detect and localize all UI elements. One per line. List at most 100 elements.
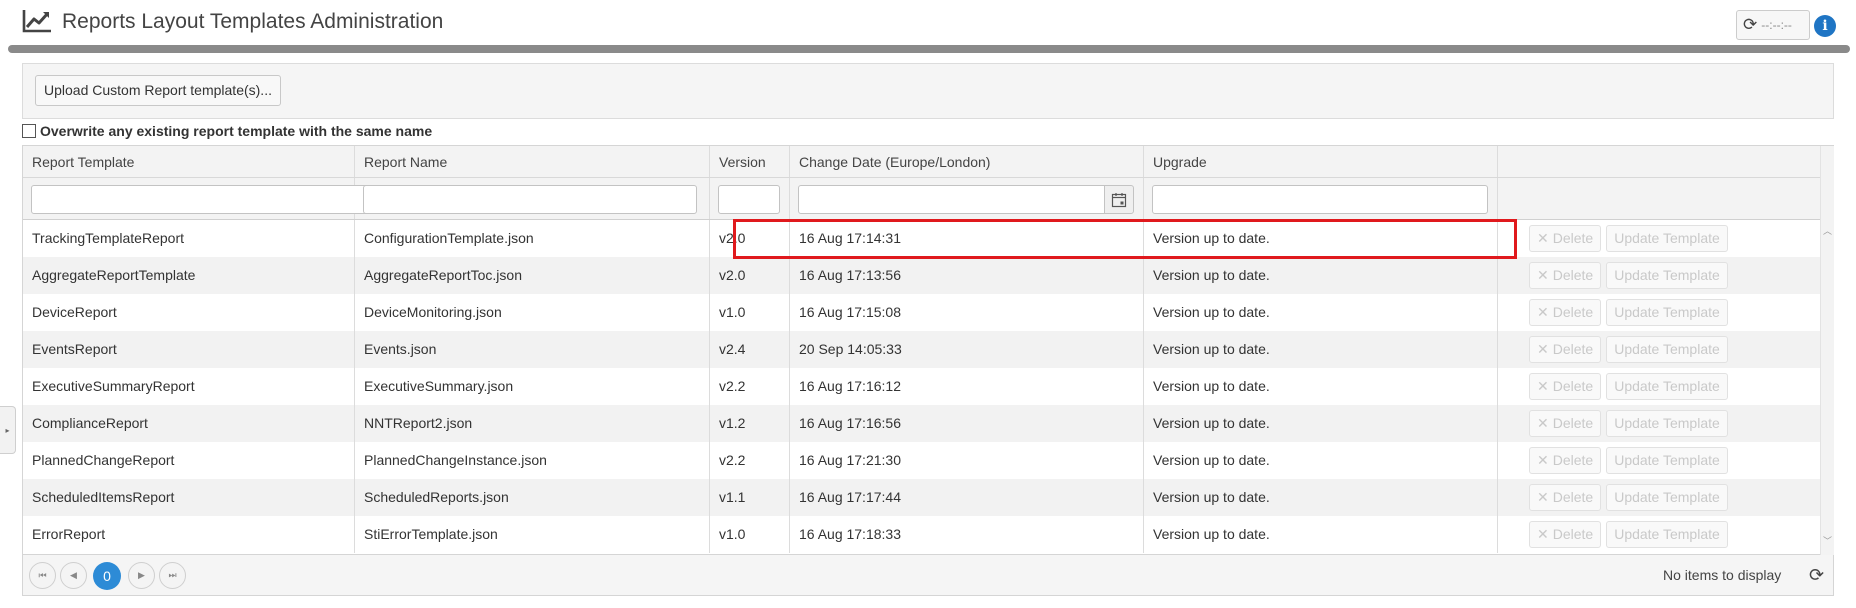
overwrite-option[interactable]: Overwrite any existing report template w…: [22, 122, 432, 140]
delete-button[interactable]: ✕ Delete: [1529, 521, 1602, 548]
cell-name: StiErrorTemplate.json: [355, 516, 710, 553]
column-header-upgrade[interactable]: Upgrade: [1144, 146, 1498, 177]
filter-cell-actions: [1498, 178, 1820, 219]
delete-button[interactable]: ✕ Delete: [1529, 336, 1602, 363]
refresh-button[interactable]: ⟳ --:--:--: [1736, 10, 1810, 40]
cell-name: ConfigurationTemplate.json: [355, 220, 710, 257]
cell-version: v1.2: [710, 405, 790, 442]
page-title: Reports Layout Templates Administration: [62, 10, 444, 33]
delete-label: Delete: [1552, 267, 1594, 283]
cell-date: 16 Aug 17:18:33: [790, 516, 1144, 553]
filter-cell-version: [710, 178, 790, 219]
next-page-icon[interactable]: ▶: [128, 562, 155, 589]
table-row[interactable]: PlannedChangeReport PlannedChangeInstanc…: [23, 442, 1820, 479]
delete-button[interactable]: ✕ Delete: [1529, 447, 1602, 474]
cell-version: v2.0: [710, 220, 790, 257]
update-template-button[interactable]: Update Template: [1606, 336, 1728, 363]
update-template-button[interactable]: Update Template: [1606, 521, 1728, 548]
delete-label: Delete: [1552, 526, 1594, 542]
templates-grid: Report Template Report Name Version Chan…: [22, 145, 1834, 555]
cell-upgrade: Version up to date.: [1144, 442, 1498, 479]
cell-template: EventsReport: [23, 331, 355, 368]
table-row[interactable]: TrackingTemplateReport ConfigurationTemp…: [23, 220, 1820, 257]
update-template-button[interactable]: Update Template: [1606, 262, 1728, 289]
column-header-name[interactable]: Report Name: [355, 146, 710, 177]
update-template-button[interactable]: Update Template: [1606, 447, 1728, 474]
cell-date: 16 Aug 17:21:30: [790, 442, 1144, 479]
row-actions: ✕ Delete Update Template: [1529, 447, 1728, 474]
delete-label: Delete: [1552, 230, 1594, 246]
upload-template-button[interactable]: Upload Custom Report template(s)...: [35, 75, 281, 106]
cell-template: ComplianceReport: [23, 405, 355, 442]
cell-version: v2.2: [710, 442, 790, 479]
vertical-scrollbar[interactable]: ︿ ﹀: [1820, 146, 1834, 555]
filter-version-input[interactable]: [718, 185, 780, 214]
filter-date-input[interactable]: [798, 185, 1105, 214]
row-actions: ✕ Delete Update Template: [1529, 336, 1728, 363]
cell-upgrade: Version up to date.: [1144, 220, 1498, 257]
filter-template-input[interactable]: [31, 185, 369, 214]
calendar-icon[interactable]: [1104, 185, 1134, 214]
scroll-down-icon[interactable]: ﹀: [1823, 534, 1832, 547]
cell-upgrade: Version up to date.: [1144, 516, 1498, 553]
current-page[interactable]: 0: [93, 562, 121, 590]
grid-pager: ⏮ ◀ 0 ▶ ⏭ No items to display ⟳: [22, 555, 1834, 596]
column-header-date[interactable]: Change Date (Europe/London): [790, 146, 1144, 177]
cell-upgrade: Version up to date.: [1144, 257, 1498, 294]
delete-button[interactable]: ✕ Delete: [1529, 484, 1602, 511]
update-template-button[interactable]: Update Template: [1606, 225, 1728, 252]
cell-name: Events.json: [355, 331, 710, 368]
table-row[interactable]: ComplianceReport NNTReport2.json v1.2 16…: [23, 405, 1820, 442]
delete-label: Delete: [1552, 378, 1594, 394]
column-header-template[interactable]: Report Template: [23, 146, 355, 177]
table-row[interactable]: ScheduledItemsReport ScheduledReports.js…: [23, 479, 1820, 516]
cell-template: ErrorReport: [23, 516, 355, 553]
grid-body: TrackingTemplateReport ConfigurationTemp…: [23, 220, 1820, 555]
column-header-version[interactable]: Version: [710, 146, 790, 177]
filter-row: [23, 178, 1820, 220]
cell-date: 16 Aug 17:15:08: [790, 294, 1144, 331]
close-icon: ✕: [1537, 415, 1549, 431]
cell-name: AggregateReportToc.json: [355, 257, 710, 294]
scroll-up-icon[interactable]: ︿: [1823, 224, 1832, 237]
header-divider: [8, 45, 1850, 53]
delete-button[interactable]: ✕ Delete: [1529, 373, 1602, 400]
delete-label: Delete: [1552, 489, 1594, 505]
filter-name-input[interactable]: [363, 185, 697, 214]
update-template-button[interactable]: Update Template: [1606, 410, 1728, 437]
close-icon: ✕: [1537, 452, 1549, 468]
table-row[interactable]: AggregateReportTemplate AggregateReportT…: [23, 257, 1820, 294]
cell-upgrade: Version up to date.: [1144, 368, 1498, 405]
cell-upgrade: Version up to date.: [1144, 294, 1498, 331]
cell-version: v1.0: [710, 516, 790, 553]
table-row[interactable]: ExecutiveSummaryReport ExecutiveSummary.…: [23, 368, 1820, 405]
update-template-button[interactable]: Update Template: [1606, 484, 1728, 511]
filter-cell-name: [355, 178, 710, 219]
delete-button[interactable]: ✕ Delete: [1529, 410, 1602, 437]
close-icon: ✕: [1537, 341, 1549, 357]
close-icon: ✕: [1537, 378, 1549, 394]
first-page-icon[interactable]: ⏮: [29, 562, 56, 589]
filter-cell-template: [23, 178, 369, 219]
previous-page-icon[interactable]: ◀: [60, 562, 87, 589]
overwrite-checkbox[interactable]: [22, 124, 36, 138]
delete-button[interactable]: ✕ Delete: [1529, 225, 1602, 252]
cell-template: PlannedChangeReport: [23, 442, 355, 479]
cell-version: v1.1: [710, 479, 790, 516]
side-panel-toggle[interactable]: ▸: [0, 406, 16, 454]
refresh-icon: ⟳: [1743, 15, 1758, 34]
filter-upgrade-input[interactable]: [1152, 185, 1488, 214]
cell-template: TrackingTemplateReport: [23, 220, 355, 257]
table-row[interactable]: DeviceReport DeviceMonitoring.json v1.0 …: [23, 294, 1820, 331]
update-template-button[interactable]: Update Template: [1606, 373, 1728, 400]
info-icon[interactable]: i: [1814, 15, 1836, 37]
cell-template: ScheduledItemsReport: [23, 479, 355, 516]
delete-label: Delete: [1552, 304, 1594, 320]
table-row[interactable]: EventsReport Events.json v2.4 20 Sep 14:…: [23, 331, 1820, 368]
delete-button[interactable]: ✕ Delete: [1529, 262, 1602, 289]
last-page-icon[interactable]: ⏭: [159, 562, 186, 589]
table-row[interactable]: ErrorReport StiErrorTemplate.json v1.0 1…: [23, 516, 1820, 553]
reload-icon[interactable]: ⟳: [1809, 565, 1824, 586]
update-template-button[interactable]: Update Template: [1606, 299, 1728, 326]
delete-button[interactable]: ✕ Delete: [1529, 299, 1602, 326]
